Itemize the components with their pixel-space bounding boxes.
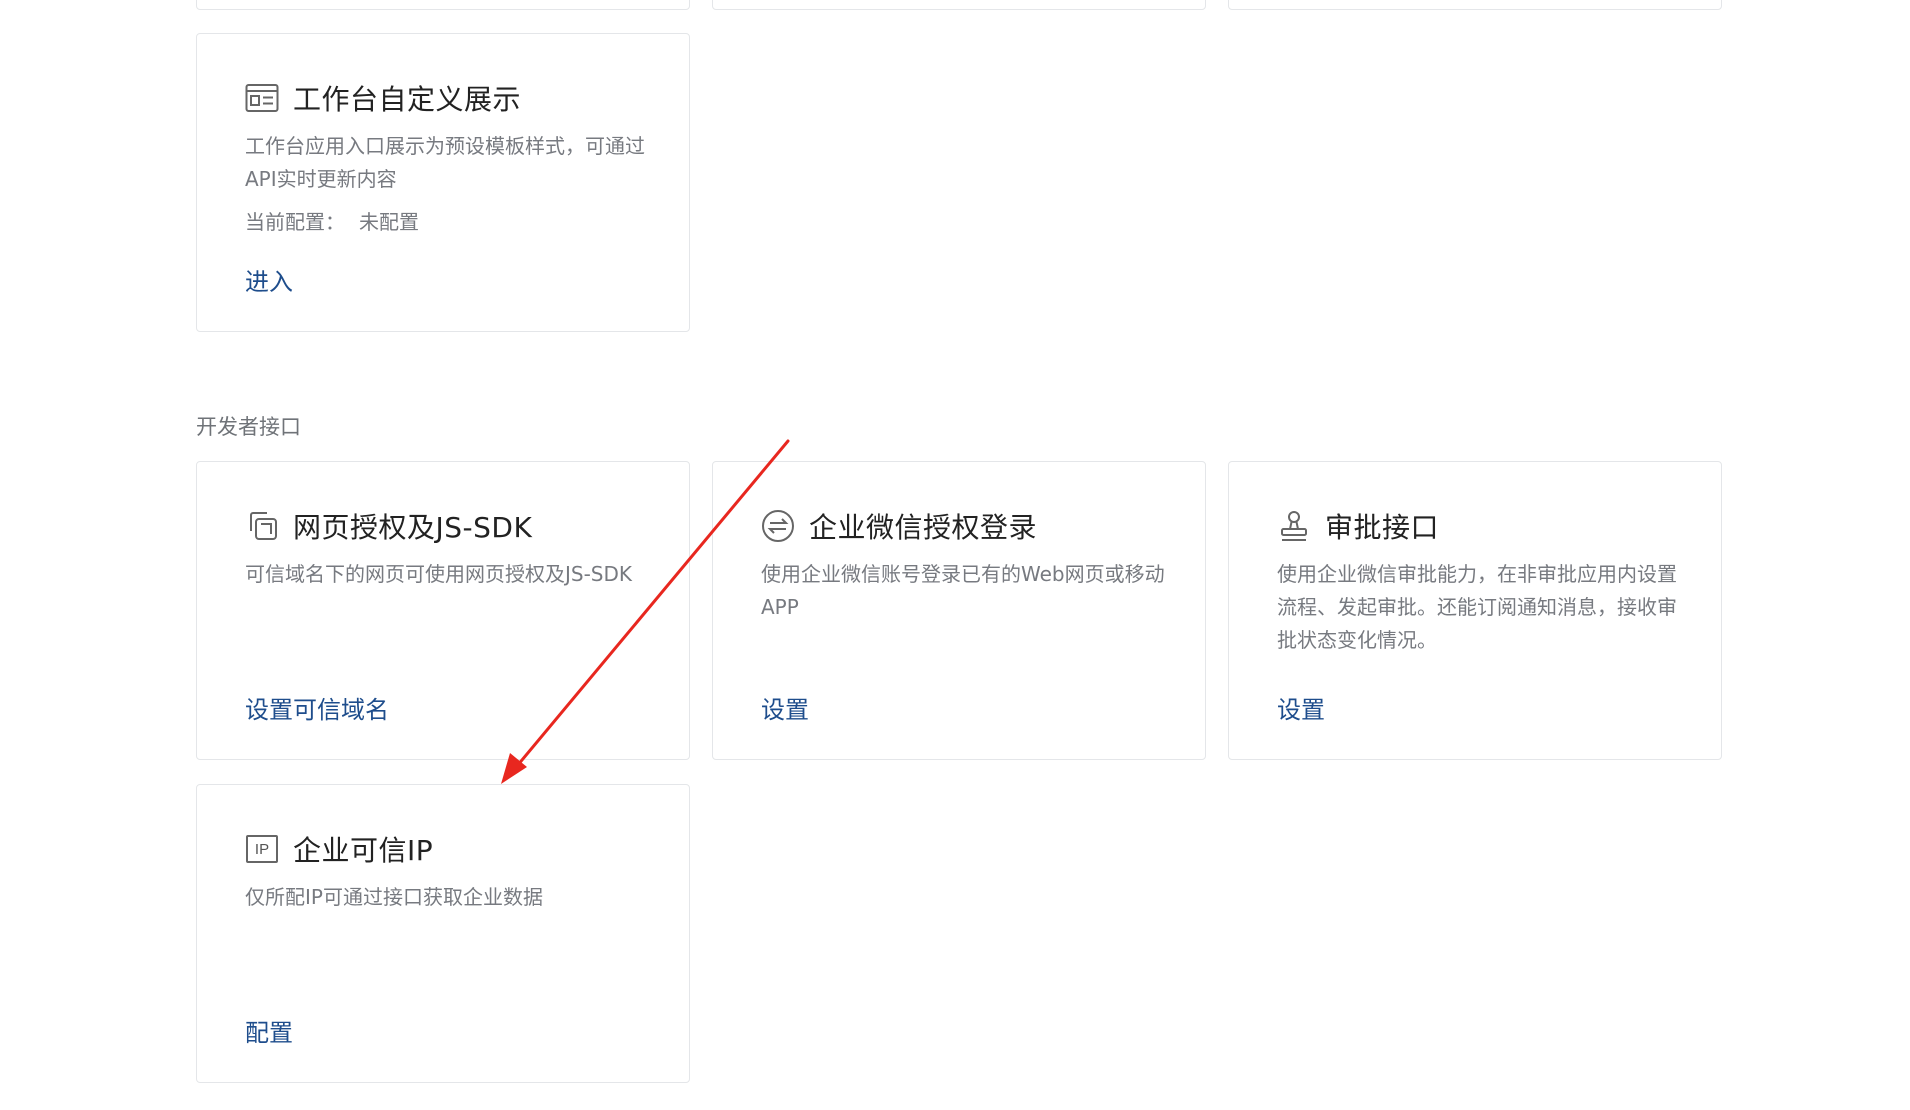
section-title-developer-api: 开发者接口	[196, 415, 301, 439]
copy-pages-icon	[245, 509, 279, 543]
card-header: 审批接口	[1277, 506, 1439, 546]
card-header: 工作台自定义展示	[245, 78, 521, 118]
card-description: 使用企业微信审批能力，在非审批应用内设置流程、发起审批。还能订阅通知消息，接收审…	[1277, 562, 1677, 652]
card-title: 企业微信授权登录	[809, 511, 1038, 544]
config-label: 当前配置：	[245, 210, 345, 234]
configure-link[interactable]: 配置	[245, 1013, 293, 1048]
card-title: 企业可信IP	[293, 834, 434, 867]
setup-link[interactable]: 设置	[761, 690, 809, 725]
card-title: 工作台自定义展示	[293, 83, 522, 116]
card-partial-right	[1228, 0, 1722, 10]
card-web-auth-jssdk: 网页授权及JS-SDK 可信域名下的网页可使用网页授权及JS-SDK 设置可信域…	[196, 461, 690, 760]
card-title: 网页授权及JS-SDK	[293, 511, 533, 544]
current-config: 当前配置： 未配置	[245, 206, 419, 235]
card-header: 企业微信授权登录	[761, 506, 1037, 546]
workbench-display-card: 工作台自定义展示 工作台应用入口展示为预设模板样式，可通过API实时更新内容 当…	[196, 33, 690, 332]
card-description: 工作台应用入口展示为预设模板样式，可通过API实时更新内容	[245, 134, 645, 191]
exchange-circle-icon	[761, 509, 795, 543]
card-description: 可信域名下的网页可使用网页授权及JS-SDK	[245, 562, 633, 586]
card-description: 仅所配IP可通过接口获取企业数据	[245, 885, 543, 909]
card-title: 审批接口	[1325, 511, 1440, 544]
stamp-icon	[1277, 509, 1311, 543]
card-display-icon	[245, 81, 279, 115]
config-value: 未配置	[359, 210, 419, 234]
enter-link[interactable]: 进入	[245, 262, 293, 297]
card-partial-left	[196, 0, 690, 10]
ip-icon: IP	[245, 832, 279, 866]
card-header: IP 企业可信IP	[245, 829, 433, 869]
set-trusted-domain-link[interactable]: 设置可信域名	[245, 690, 389, 725]
setup-link[interactable]: 设置	[1277, 690, 1325, 725]
card-partial-middle	[712, 0, 1206, 10]
card-wecom-auth-login: 企业微信授权登录 使用企业微信账号登录已有的Web网页或移动APP 设置	[712, 461, 1206, 760]
card-description: 使用企业微信账号登录已有的Web网页或移动APP	[761, 562, 1165, 619]
card-header: 网页授权及JS-SDK	[245, 506, 532, 546]
card-approval-api: 审批接口 使用企业微信审批能力，在非审批应用内设置流程、发起审批。还能订阅通知消…	[1228, 461, 1722, 760]
card-trusted-ip: IP 企业可信IP 仅所配IP可通过接口获取企业数据 配置	[196, 784, 690, 1083]
